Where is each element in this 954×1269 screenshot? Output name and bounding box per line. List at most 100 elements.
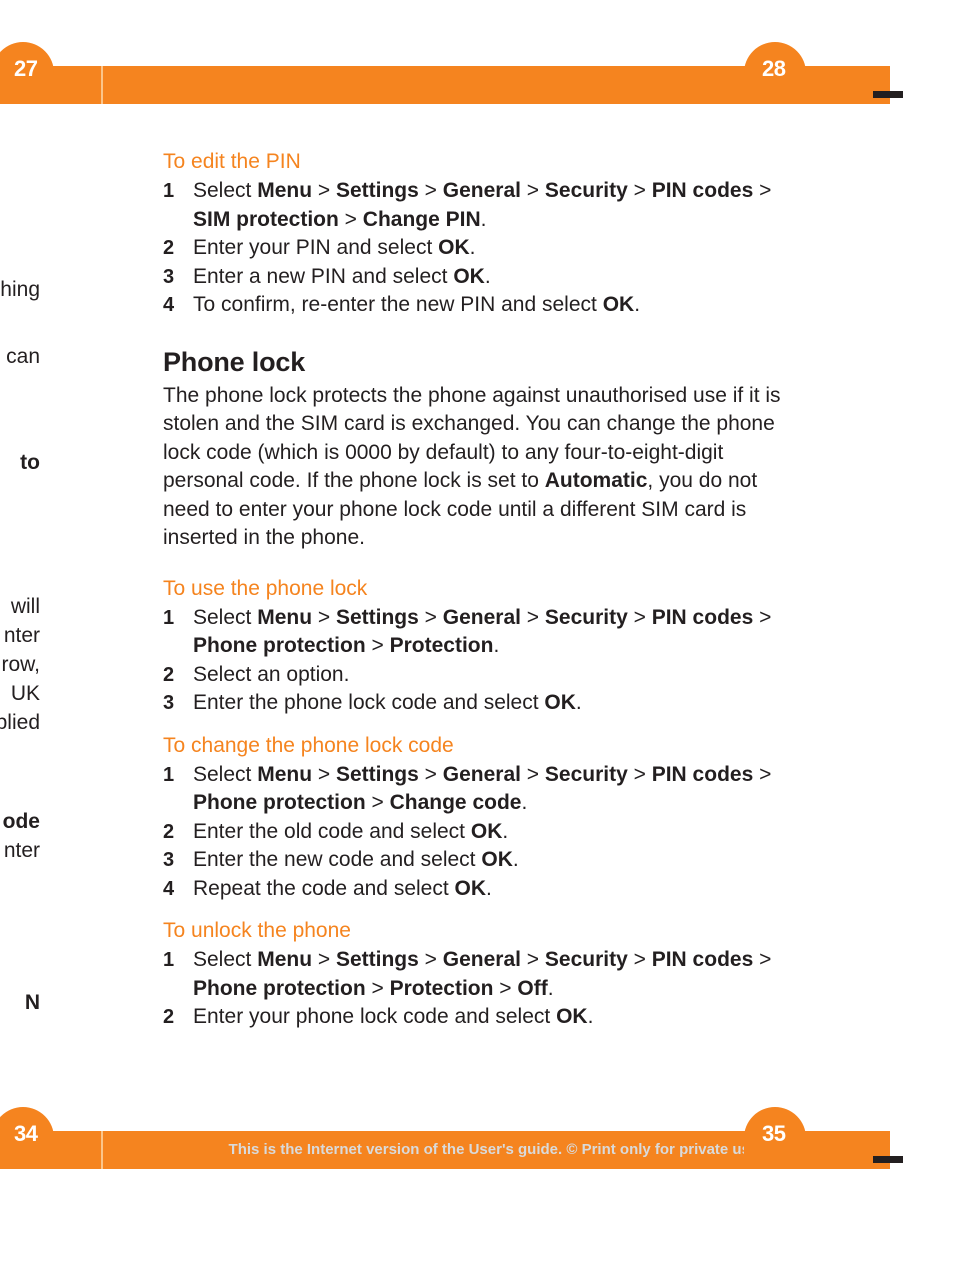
emphasised-term: OK: [544, 691, 576, 714]
step-list-to-use-the-phone-lock: 1 Select Menu > Settings > General > Secu…: [163, 604, 803, 718]
page-number-top-right: 28: [762, 56, 786, 81]
text-run: Enter your phone lock code and select: [193, 1005, 557, 1028]
bleed-text-fragment: will: [10, 595, 40, 618]
text-run: >: [365, 791, 390, 814]
bleed-text-fragment: ode: [2, 810, 40, 833]
text-run: >: [753, 948, 772, 971]
bleed-text-fragment: row,: [1, 653, 40, 676]
emphasised-term: General: [442, 948, 521, 971]
step-item: 2 Enter the old code and select OK.: [163, 818, 803, 847]
emphasised-term: OK: [556, 1005, 588, 1028]
page-number-bottom-right: 35: [762, 1121, 786, 1146]
bleed-text-fragment: N: [24, 991, 40, 1014]
sub-heading-to-use-the-phone-lock: To use the phone lock: [163, 576, 368, 600]
text-run: >: [627, 605, 652, 629]
emphasised-term: OK: [453, 264, 485, 288]
sub-heading-to-edit-the-pin: To edit the PIN: [163, 150, 301, 173]
text-run: .: [502, 819, 509, 843]
emphasised-term: General: [442, 605, 521, 629]
emphasised-term: SIM protection: [193, 207, 339, 231]
bleed-text-fragment: hing: [0, 278, 40, 301]
emphasised-term: Automatic: [544, 469, 648, 492]
emphasised-term: Security: [544, 605, 628, 629]
step-number: 2: [163, 820, 175, 843]
text-run: Select: [193, 948, 258, 971]
step-item: 3 Enter the new code and select OK.: [163, 846, 803, 875]
emphasised-term: Menu: [257, 179, 313, 202]
text-run: Enter the new code and select: [193, 848, 482, 871]
step-item: 4 To confirm, re-enter the new PIN and se…: [163, 291, 803, 320]
step-list-to-unlock-the-phone: 1 Select Menu > Settings > General > Secu…: [163, 946, 803, 1032]
step-number: 3: [163, 265, 175, 288]
step-number: 2: [163, 663, 175, 686]
text-run: >: [418, 762, 443, 786]
text-run: >: [312, 762, 336, 786]
text-run: >: [418, 605, 443, 629]
step-item: 1 Select Menu > Settings > General > Secu…: [163, 604, 803, 661]
page-number-bottom-left: 34: [14, 1121, 38, 1146]
emphasised-term: PIN codes: [651, 179, 754, 202]
text-run: To confirm, re-enter the new PIN and sel…: [193, 293, 603, 316]
step-item: 2 Select an option.: [163, 661, 803, 690]
step-list-to-change-the-phone-lock-code: 1 Select Menu > Settings > General > Secu…: [163, 761, 803, 904]
emphasised-term: PIN codes: [651, 605, 754, 629]
step-number: 3: [163, 692, 175, 714]
text-run: .: [469, 236, 476, 259]
text-run: .: [486, 876, 492, 900]
emphasised-term: Settings: [335, 605, 419, 629]
text-run: .: [512, 848, 519, 871]
page-number-top-left: 27: [14, 56, 38, 81]
emphasised-term: Security: [544, 948, 628, 971]
text-run: Select: [193, 762, 258, 786]
text-run: .: [634, 293, 641, 316]
step-list-to-edit-the-pin: 1 Select Menu > Settings > General > Secu…: [163, 177, 803, 320]
text-run: Select an option.: [193, 662, 350, 686]
text-run: >: [753, 762, 772, 786]
text-run: Enter your PIN and select: [193, 236, 439, 259]
top-edge-tick-mark: [873, 91, 903, 98]
text-run: >: [365, 976, 390, 1000]
step-item: 1 Select Menu > Settings > General > Secu…: [163, 761, 803, 818]
text-run: >: [338, 207, 363, 231]
emphasised-term: Protection: [389, 976, 494, 1000]
text-run: >: [312, 948, 336, 971]
step-item: 4 Repeat the code and select OK.: [163, 875, 803, 904]
step-number: 1: [163, 763, 175, 786]
bleed-text-fragment: can: [6, 345, 40, 368]
text-run: Enter a new PIN and select: [193, 264, 454, 288]
text-run: >: [312, 179, 336, 202]
phone-lock-description: The phone lock protects the phone agains…: [163, 382, 803, 553]
emphasised-term: OK: [602, 293, 635, 316]
text-run: >: [418, 948, 443, 971]
text-run: >: [520, 948, 545, 971]
step-number: 3: [163, 849, 175, 871]
section-to-edit-the-pin: To edit the PIN 1 Select Menu > Settings >…: [163, 148, 803, 320]
emphasised-term: Security: [544, 762, 628, 786]
emphasised-term: Change PIN: [362, 207, 481, 231]
text-run: Select: [193, 605, 258, 629]
emphasised-term: Settings: [335, 948, 419, 971]
step-number: 1: [163, 606, 175, 629]
text-run: >: [753, 179, 772, 202]
text-run: .: [575, 691, 582, 714]
text-run: >: [627, 762, 652, 786]
bleed-text-fragment: nter: [3, 624, 40, 647]
text-run: Select: [193, 179, 258, 202]
section-group-phone-lock-procedures: To use the phone lock 1 Select Menu > Sett…: [163, 575, 803, 1032]
step-item: 1 Select Menu > Settings > General > Secu…: [163, 946, 803, 1003]
text-run: .: [480, 207, 487, 231]
emphasised-term: OK: [454, 876, 487, 900]
page-title-phone-lock: Phone lock: [163, 346, 306, 377]
step-number: 1: [163, 949, 175, 971]
step-item: 3 Enter the phone lock code and select OK…: [163, 689, 803, 718]
emphasised-term: Phone protection: [193, 634, 366, 657]
text-run: >: [520, 605, 545, 629]
emphasised-term: Menu: [257, 762, 313, 786]
text-run: .: [521, 791, 528, 814]
text-run: >: [520, 179, 545, 202]
sub-heading-to-unlock-the-phone: To unlock the phone: [163, 919, 351, 942]
text-run: >: [753, 605, 772, 629]
emphasised-term: Phone protection: [193, 976, 366, 1000]
emphasised-term: OK: [438, 236, 470, 259]
emphasised-term: PIN codes: [651, 948, 754, 971]
